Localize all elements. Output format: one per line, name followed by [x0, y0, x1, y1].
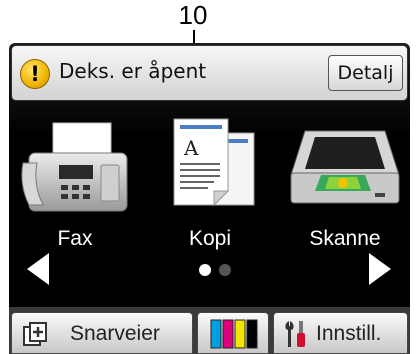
ink-cartridges-icon [210, 319, 258, 349]
shortcuts-icon [23, 322, 47, 346]
svg-text:A: A [183, 136, 199, 160]
warning-icon: ! [20, 59, 50, 89]
app-label-scan: Skanne [309, 227, 381, 250]
app-copy[interactable]: A Kopi [150, 113, 270, 253]
detail-button[interactable]: Detalj [328, 55, 403, 91]
ink-button[interactable] [197, 312, 269, 354]
scanner-icon [290, 130, 400, 204]
right-arrow-icon[interactable] [365, 249, 395, 289]
page-indicator [195, 264, 235, 278]
touchscreen: ! Deks. er åpent Detalj Fax A Kopi Skann… [9, 43, 410, 354]
bottom-bar: Snarveier Innstill. [9, 307, 410, 354]
copy-documents-icon: A [173, 118, 255, 207]
left-arrow-icon[interactable] [23, 249, 53, 289]
app-scan[interactable]: Skanne [285, 113, 405, 253]
app-label-fax: Fax [57, 227, 93, 250]
shortcuts-label: Snarveier [70, 322, 160, 345]
page-dot-active [199, 264, 211, 276]
page-dot-inactive [219, 264, 231, 276]
app-label-copy: Kopi [188, 227, 232, 250]
shortcuts-button[interactable]: Snarveier [11, 312, 193, 354]
status-message: Deks. er åpent [59, 59, 207, 83]
settings-button[interactable]: Innstill. [273, 312, 408, 354]
tools-icon [285, 321, 305, 347]
status-bar: ! Deks. er åpent Detalj [11, 45, 408, 101]
fax-machine-icon [21, 122, 128, 212]
callout-number: 10 [178, 0, 208, 30]
app-fax[interactable]: Fax [15, 113, 135, 253]
settings-label: Innstill. [316, 322, 382, 345]
